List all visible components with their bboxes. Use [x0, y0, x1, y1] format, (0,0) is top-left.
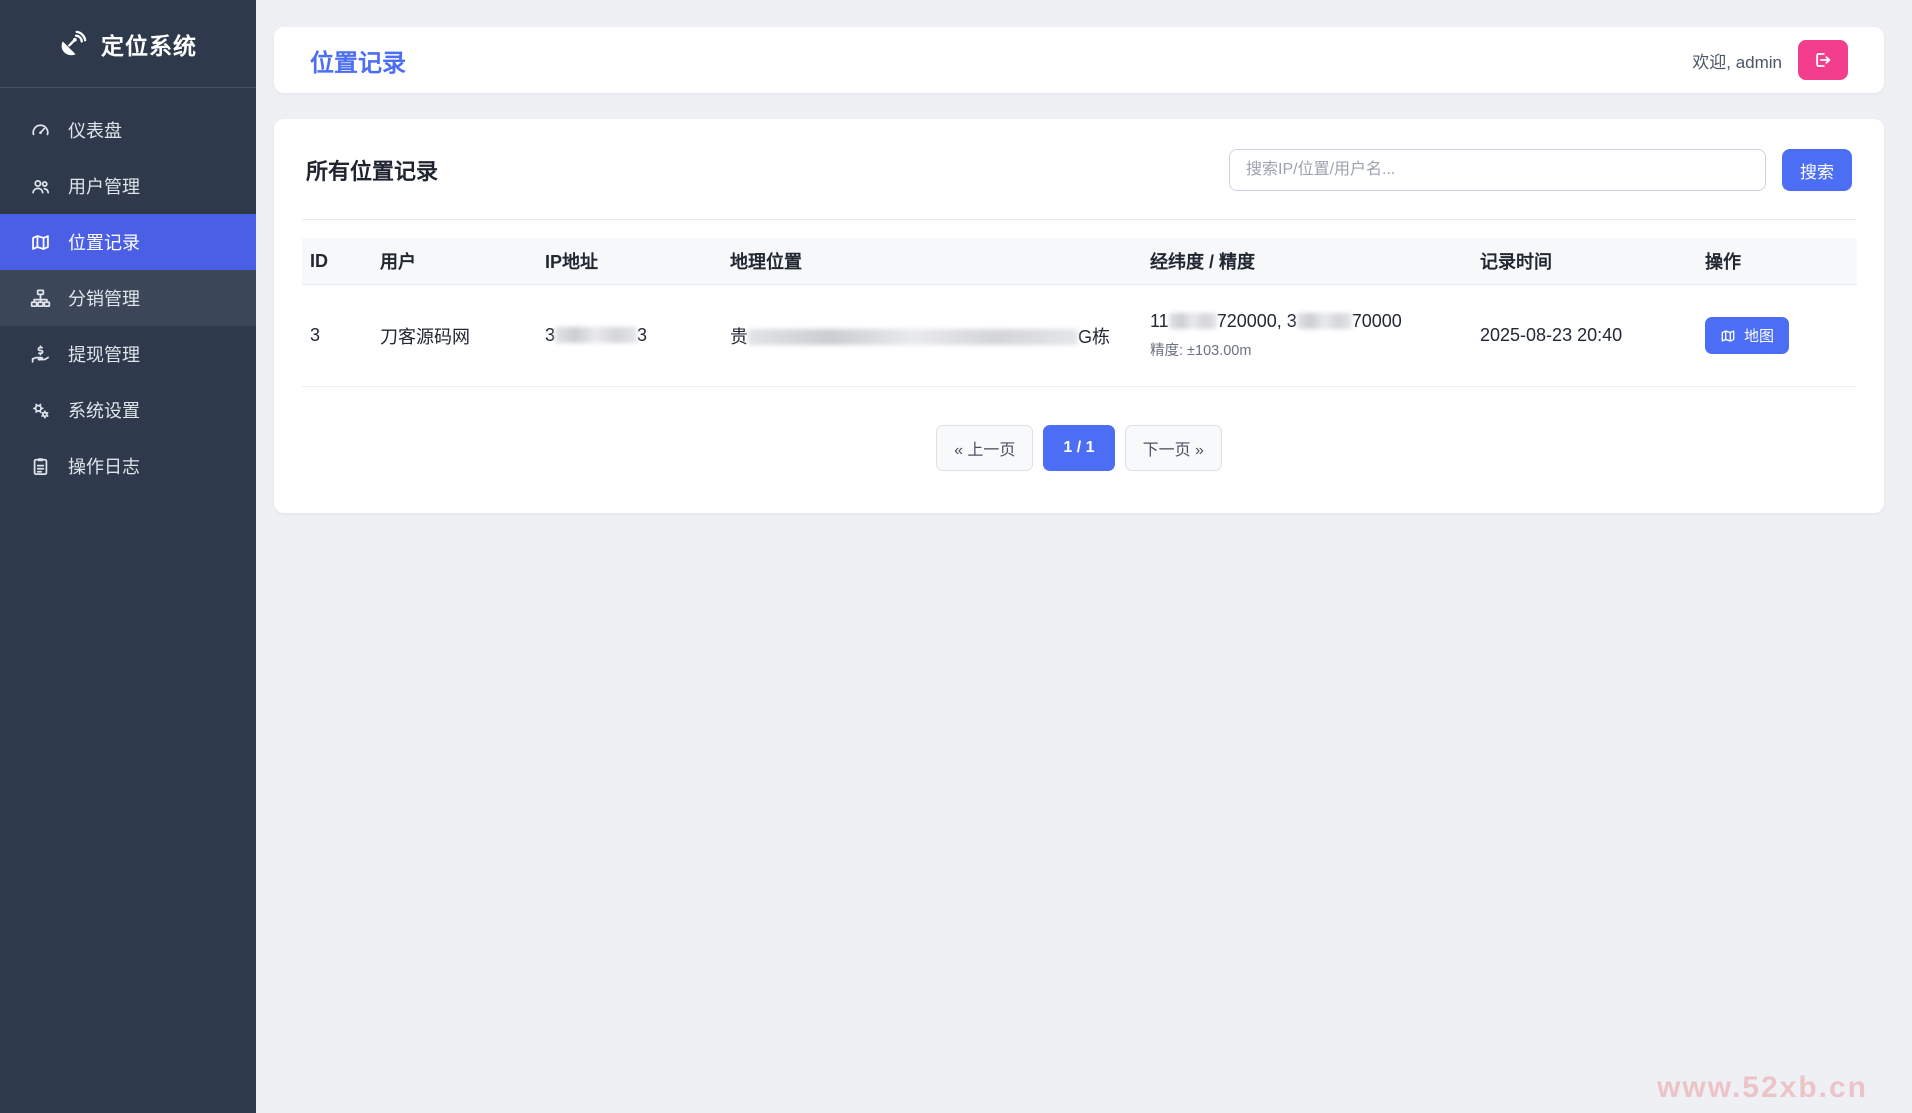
map-icon	[30, 232, 51, 253]
search-input[interactable]	[1229, 149, 1766, 191]
sidebar-item-label: 提现管理	[68, 341, 140, 367]
coord-part2: 720000, 3	[1217, 311, 1297, 331]
main-area: 位置记录 欢迎, admin 所有位置记录 搜索	[256, 0, 1912, 1113]
app-title: 定位系统	[101, 27, 197, 61]
col-header-actions: 操作	[1697, 238, 1857, 285]
pagination: « 上一页 1 / 1 下一页 »	[302, 425, 1856, 471]
location-suffix: G栋	[1078, 327, 1110, 347]
sidebar-item-logs[interactable]: 操作日志	[0, 438, 256, 494]
coord-part1: 11	[1150, 311, 1169, 331]
sidebar-item-dashboard[interactable]: 仪表盘	[0, 102, 256, 158]
gears-icon	[30, 400, 51, 421]
records-card: 所有位置记录 搜索 ID 用户 IP地址 地理位置 经纬度 / 精度 记录时间	[274, 119, 1884, 513]
divider	[302, 219, 1856, 220]
app-logo: 定位系统	[0, 0, 256, 88]
table-header-row: ID 用户 IP地址 地理位置 经纬度 / 精度 记录时间 操作	[302, 238, 1857, 285]
cell-location: 贵 G栋	[722, 285, 1142, 387]
top-header: 位置记录 欢迎, admin	[274, 27, 1884, 93]
welcome-text: 欢迎, admin	[1692, 48, 1782, 73]
redacted-coord-blur-1	[1169, 313, 1217, 329]
prev-page-button[interactable]: « 上一页	[936, 425, 1033, 471]
sidebar-item-label: 用户管理	[68, 173, 140, 199]
col-header-location: 地理位置	[722, 238, 1142, 285]
accuracy-text: 精度: ±103.00m	[1150, 339, 1464, 360]
map-button-icon	[1720, 328, 1736, 344]
sidebar-nav: 仪表盘 用户管理 位置记录	[0, 88, 256, 494]
records-card-header: 所有位置记录 搜索	[302, 149, 1856, 191]
ip-prefix: 3	[545, 325, 555, 345]
page-title: 位置记录	[310, 43, 406, 78]
logout-button[interactable]	[1798, 40, 1848, 80]
next-page-button[interactable]: 下一页 »	[1125, 425, 1222, 471]
card-title: 所有位置记录	[306, 154, 438, 186]
sign-out-icon	[1813, 50, 1833, 70]
col-header-ip: IP地址	[537, 238, 722, 285]
sidebar-item-settings[interactable]: 系统设置	[0, 382, 256, 438]
col-header-time: 记录时间	[1472, 238, 1697, 285]
redacted-location-blur	[748, 329, 1078, 345]
records-table: ID 用户 IP地址 地理位置 经纬度 / 精度 记录时间 操作 3 刀客源码网…	[302, 238, 1857, 387]
search-group: 搜索	[1229, 149, 1852, 191]
satellite-dish-icon	[59, 30, 87, 58]
table-row: 3 刀客源码网 33 贵G栋 11720000, 370000 精度: ±103…	[302, 285, 1857, 387]
users-icon	[30, 176, 51, 197]
sidebar-item-label: 位置记录	[68, 229, 140, 255]
gauge-icon	[30, 120, 51, 141]
sidebar-item-label: 分销管理	[68, 285, 140, 311]
cell-ip: 33	[537, 285, 722, 387]
coord-part3: 70000	[1352, 311, 1402, 331]
cell-user: 刀客源码网	[372, 285, 537, 387]
sitemap-icon	[30, 288, 51, 309]
clipboard-icon	[30, 456, 51, 477]
redacted-coord-blur-2	[1297, 313, 1352, 329]
sidebar-item-label: 操作日志	[68, 453, 140, 479]
sidebar-item-distribution[interactable]: 分销管理	[0, 270, 256, 326]
hand-money-icon	[30, 344, 51, 365]
current-page-indicator[interactable]: 1 / 1	[1043, 425, 1114, 471]
location-prefix: 贵	[730, 327, 748, 347]
search-button[interactable]: 搜索	[1782, 149, 1852, 191]
sidebar-item-users[interactable]: 用户管理	[0, 158, 256, 214]
header-right: 欢迎, admin	[1692, 40, 1848, 80]
cell-time: 2025-08-23 20:40	[1472, 285, 1697, 387]
col-header-user: 用户	[372, 238, 537, 285]
col-header-id: ID	[302, 238, 372, 285]
sidebar-item-label: 仪表盘	[68, 117, 122, 143]
map-button[interactable]: 地图	[1705, 317, 1789, 354]
col-header-coords: 经纬度 / 精度	[1142, 238, 1472, 285]
sidebar-item-withdrawal[interactable]: 提现管理	[0, 326, 256, 382]
map-button-label: 地图	[1744, 325, 1774, 346]
cell-actions: 地图	[1697, 285, 1857, 387]
cell-coords: 11 720000, 3 70000 精度: ±103.00m	[1142, 285, 1472, 387]
sidebar-item-location-records[interactable]: 位置记录	[0, 214, 256, 270]
sidebar-item-label: 系统设置	[68, 397, 140, 423]
app-root: 定位系统 仪表盘 用户管理	[0, 0, 1912, 1113]
ip-suffix: 3	[637, 325, 647, 345]
coords-line: 11 720000, 3 70000	[1150, 311, 1464, 332]
watermark: www.52xb.cn	[1657, 1071, 1868, 1105]
redacted-ip-blur	[555, 327, 637, 343]
cell-id: 3	[302, 285, 372, 387]
sidebar: 定位系统 仪表盘 用户管理	[0, 0, 256, 1113]
